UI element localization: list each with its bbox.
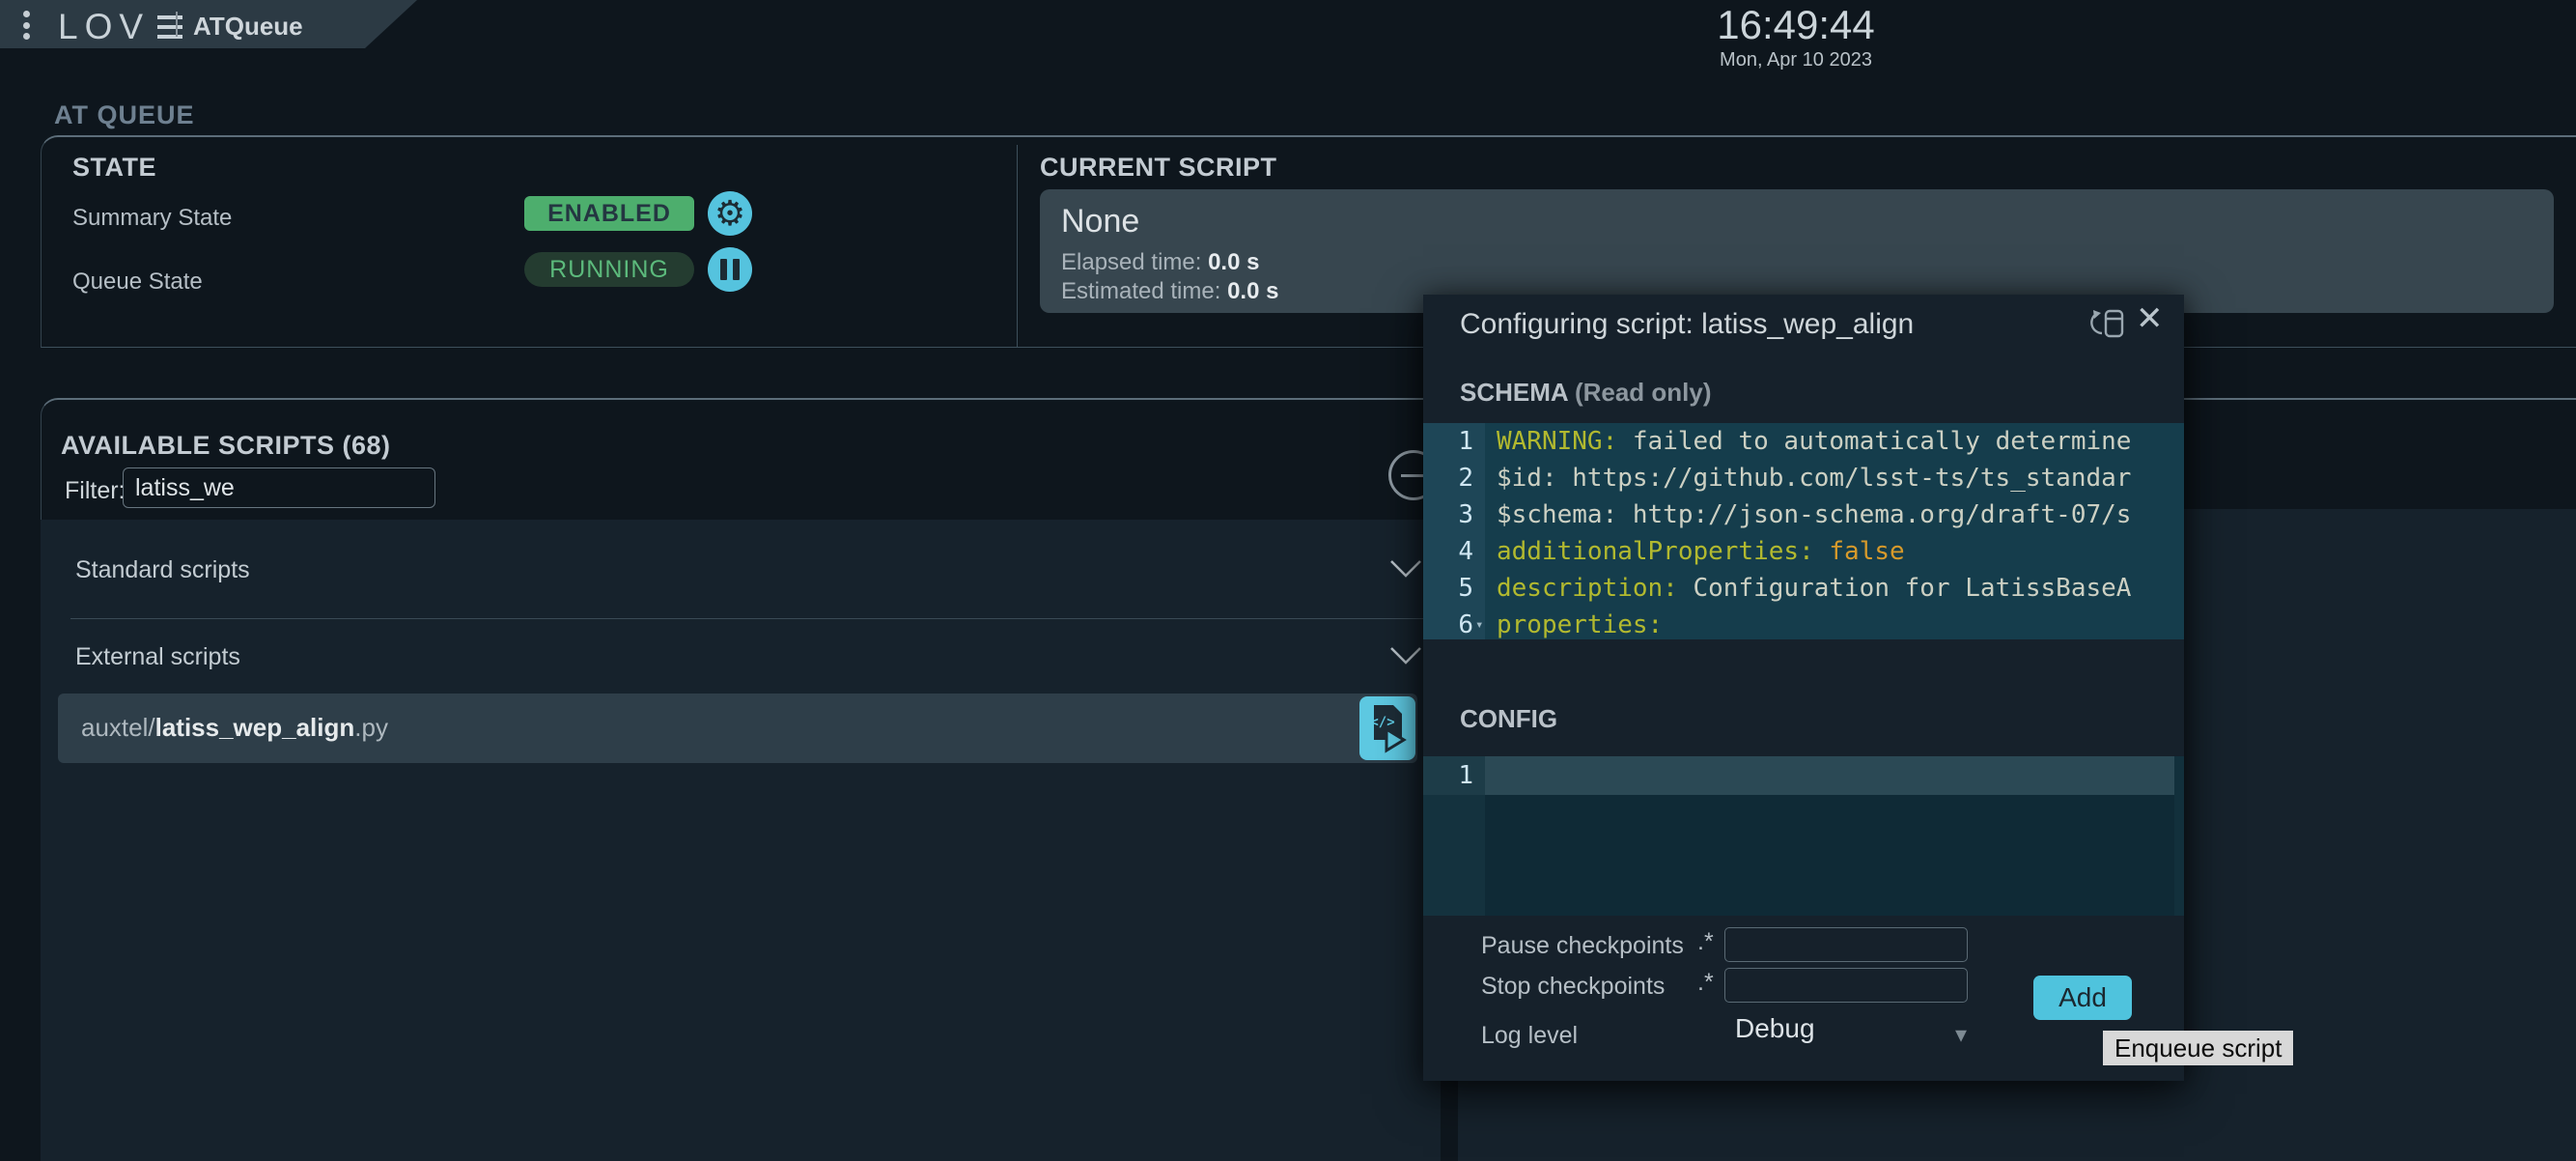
love-logo[interactable]: LOV — [58, 7, 182, 47]
scripts-list-panel — [41, 520, 1441, 1161]
schema-code-line: 2 $id: https://github.com/lsst-ts/ts_stan… — [1423, 460, 2184, 496]
log-level-label: Log level — [1481, 1022, 1578, 1050]
chevron-down-icon[interactable] — [1388, 558, 1423, 580]
gear-icon: ⚙︎ — [714, 196, 745, 231]
line-number: 3 — [1423, 496, 1473, 533]
configure-script-button[interactable]: </> — [1359, 696, 1415, 760]
fold-icon[interactable]: ▾ — [1475, 607, 1483, 639]
code-text: WARNING: failed to automatically determi… — [1497, 423, 2131, 460]
stop-checkpoints-hint: .* — [1697, 969, 1714, 997]
pause-checkpoints-hint: .* — [1697, 928, 1714, 956]
estimated-time-row: Estimated time: 0.0 s — [1061, 278, 1278, 305]
elapsed-time-row: Elapsed time: 0.0 s — [1061, 249, 1259, 276]
estimated-time-value: 0.0 s — [1227, 278, 1278, 304]
schema-code-line: 5 description: Configuration for LatissBa… — [1423, 570, 2184, 607]
summary-state-badge: ENABLED — [524, 196, 694, 231]
menu-icon[interactable] — [23, 11, 33, 40]
schema-code-lines: 1 WARNING: failed to automatically determ… — [1423, 423, 2184, 639]
menu-dot — [23, 11, 30, 17]
estimated-time-label: Estimated time: — [1061, 278, 1227, 304]
clock-date: Mon, Apr 10 2023 — [1670, 49, 1921, 71]
schema-code-editor: 1 WARNING: failed to automatically determ… — [1423, 423, 2184, 639]
group-divider — [70, 618, 1441, 619]
line-number: 1 — [1423, 423, 1473, 460]
pause-icon — [720, 259, 740, 280]
available-scripts-heading: AVAILABLE SCRIPTS (68) — [61, 431, 391, 461]
script-ext: .py — [354, 713, 388, 742]
schema-code-line: 6▾ properties: — [1423, 607, 2184, 639]
code-text: properties: — [1497, 607, 1663, 639]
configure-script-modal: Configuring script: latiss_wep_align ✕ S… — [1423, 295, 2184, 1081]
menu-dot — [23, 22, 30, 29]
enqueue-script-tooltip: Enqueue script — [2103, 1031, 2293, 1065]
love-logo-text: LOV — [58, 7, 150, 47]
config-active-line — [1485, 756, 2174, 795]
clock-time: 16:49:44 — [1670, 2, 1921, 48]
code-text: description: Configuration for LatissBas… — [1497, 570, 2131, 607]
code-text: additionalProperties: false — [1497, 533, 1905, 570]
group-external-scripts[interactable]: External scripts — [75, 643, 240, 671]
line-number: 5 — [1423, 570, 1473, 607]
elapsed-time-value: 0.0 s — [1208, 249, 1259, 275]
schema-heading-text: SCHEMA — [1460, 378, 1568, 407]
pause-checkpoints-label: Pause checkpoints — [1481, 932, 1684, 960]
schema-code-line: 4 additionalProperties: false — [1423, 533, 2184, 570]
code-text: $schema: http://json-schema.org/draft-07… — [1497, 496, 2131, 533]
stop-checkpoints-label: Stop checkpoints — [1481, 973, 1665, 1001]
config-line-number: 1 — [1423, 756, 1485, 795]
code-text: $id: https://github.com/lsst-ts/ts_stand… — [1497, 460, 2131, 496]
summary-state-label: Summary State — [72, 205, 232, 232]
filter-label: Filter: — [65, 477, 126, 505]
pause-checkpoints-input[interactable] — [1724, 927, 1968, 962]
rotate-panel-button[interactable] — [2089, 306, 2128, 341]
log-level-value: Debug — [1735, 1013, 1815, 1043]
script-path: auxtel/latiss_wep_align.py — [81, 713, 388, 743]
config-heading: CONFIG — [1460, 704, 1557, 734]
current-script-heading: CURRENT SCRIPT — [1040, 153, 1277, 183]
caret-down-icon: ▾ — [1955, 1021, 1967, 1049]
line-number: 6 — [1423, 607, 1473, 639]
group-standard-scripts[interactable]: Standard scripts — [75, 556, 250, 584]
clock: 16:49:44 Mon, Apr 10 2023 — [1670, 2, 1921, 71]
config-code-editor[interactable]: 1 — [1423, 756, 2184, 916]
love-logo-e-icon — [157, 15, 182, 39]
logo-separator — [176, 12, 178, 37]
queue-state-badge: RUNNING — [524, 252, 694, 287]
schema-code-line: 3 $schema: http://json-schema.org/draft-0… — [1423, 496, 2184, 533]
pause-queue-button[interactable] — [708, 247, 752, 292]
chevron-down-icon[interactable] — [1388, 645, 1423, 666]
column-divider — [1017, 145, 1018, 348]
add-button[interactable]: Add — [2033, 976, 2132, 1020]
schema-code-line: 1 WARNING: failed to automatically determ… — [1423, 423, 2184, 460]
modal-title: Configuring script: latiss_wep_align — [1460, 308, 1914, 341]
elapsed-time-label: Elapsed time: — [1061, 249, 1208, 275]
svg-text:</>: </> — [1370, 715, 1394, 730]
script-name: latiss_wep_align — [155, 713, 355, 742]
script-launch-icon: </> — [1367, 703, 1408, 753]
line-number: 2 — [1423, 460, 1473, 496]
schema-readonly-note: (Read only) — [1568, 378, 1712, 407]
line-number: 4 — [1423, 533, 1473, 570]
app-title: ATQueue — [193, 12, 303, 42]
config-scrollbar-track[interactable] — [2174, 756, 2184, 916]
stop-checkpoints-input[interactable] — [1724, 968, 1968, 1003]
queue-state-label: Queue State — [72, 269, 203, 296]
script-path-prefix: auxtel/ — [81, 713, 155, 742]
filter-input[interactable] — [123, 467, 435, 508]
menu-dot — [23, 33, 30, 40]
schema-heading: SCHEMA (Read only) — [1460, 378, 1712, 408]
current-script-name: None — [1061, 203, 1139, 241]
state-heading: STATE — [72, 153, 156, 183]
close-icon[interactable]: ✕ — [2136, 302, 2164, 335]
summary-state-settings-button[interactable]: ⚙︎ — [708, 191, 752, 236]
rotate-icon — [2089, 306, 2128, 341]
log-level-select[interactable]: Debug ▾ — [1735, 1013, 1967, 1052]
section-title-at-queue: AT QUEUE — [54, 100, 195, 130]
